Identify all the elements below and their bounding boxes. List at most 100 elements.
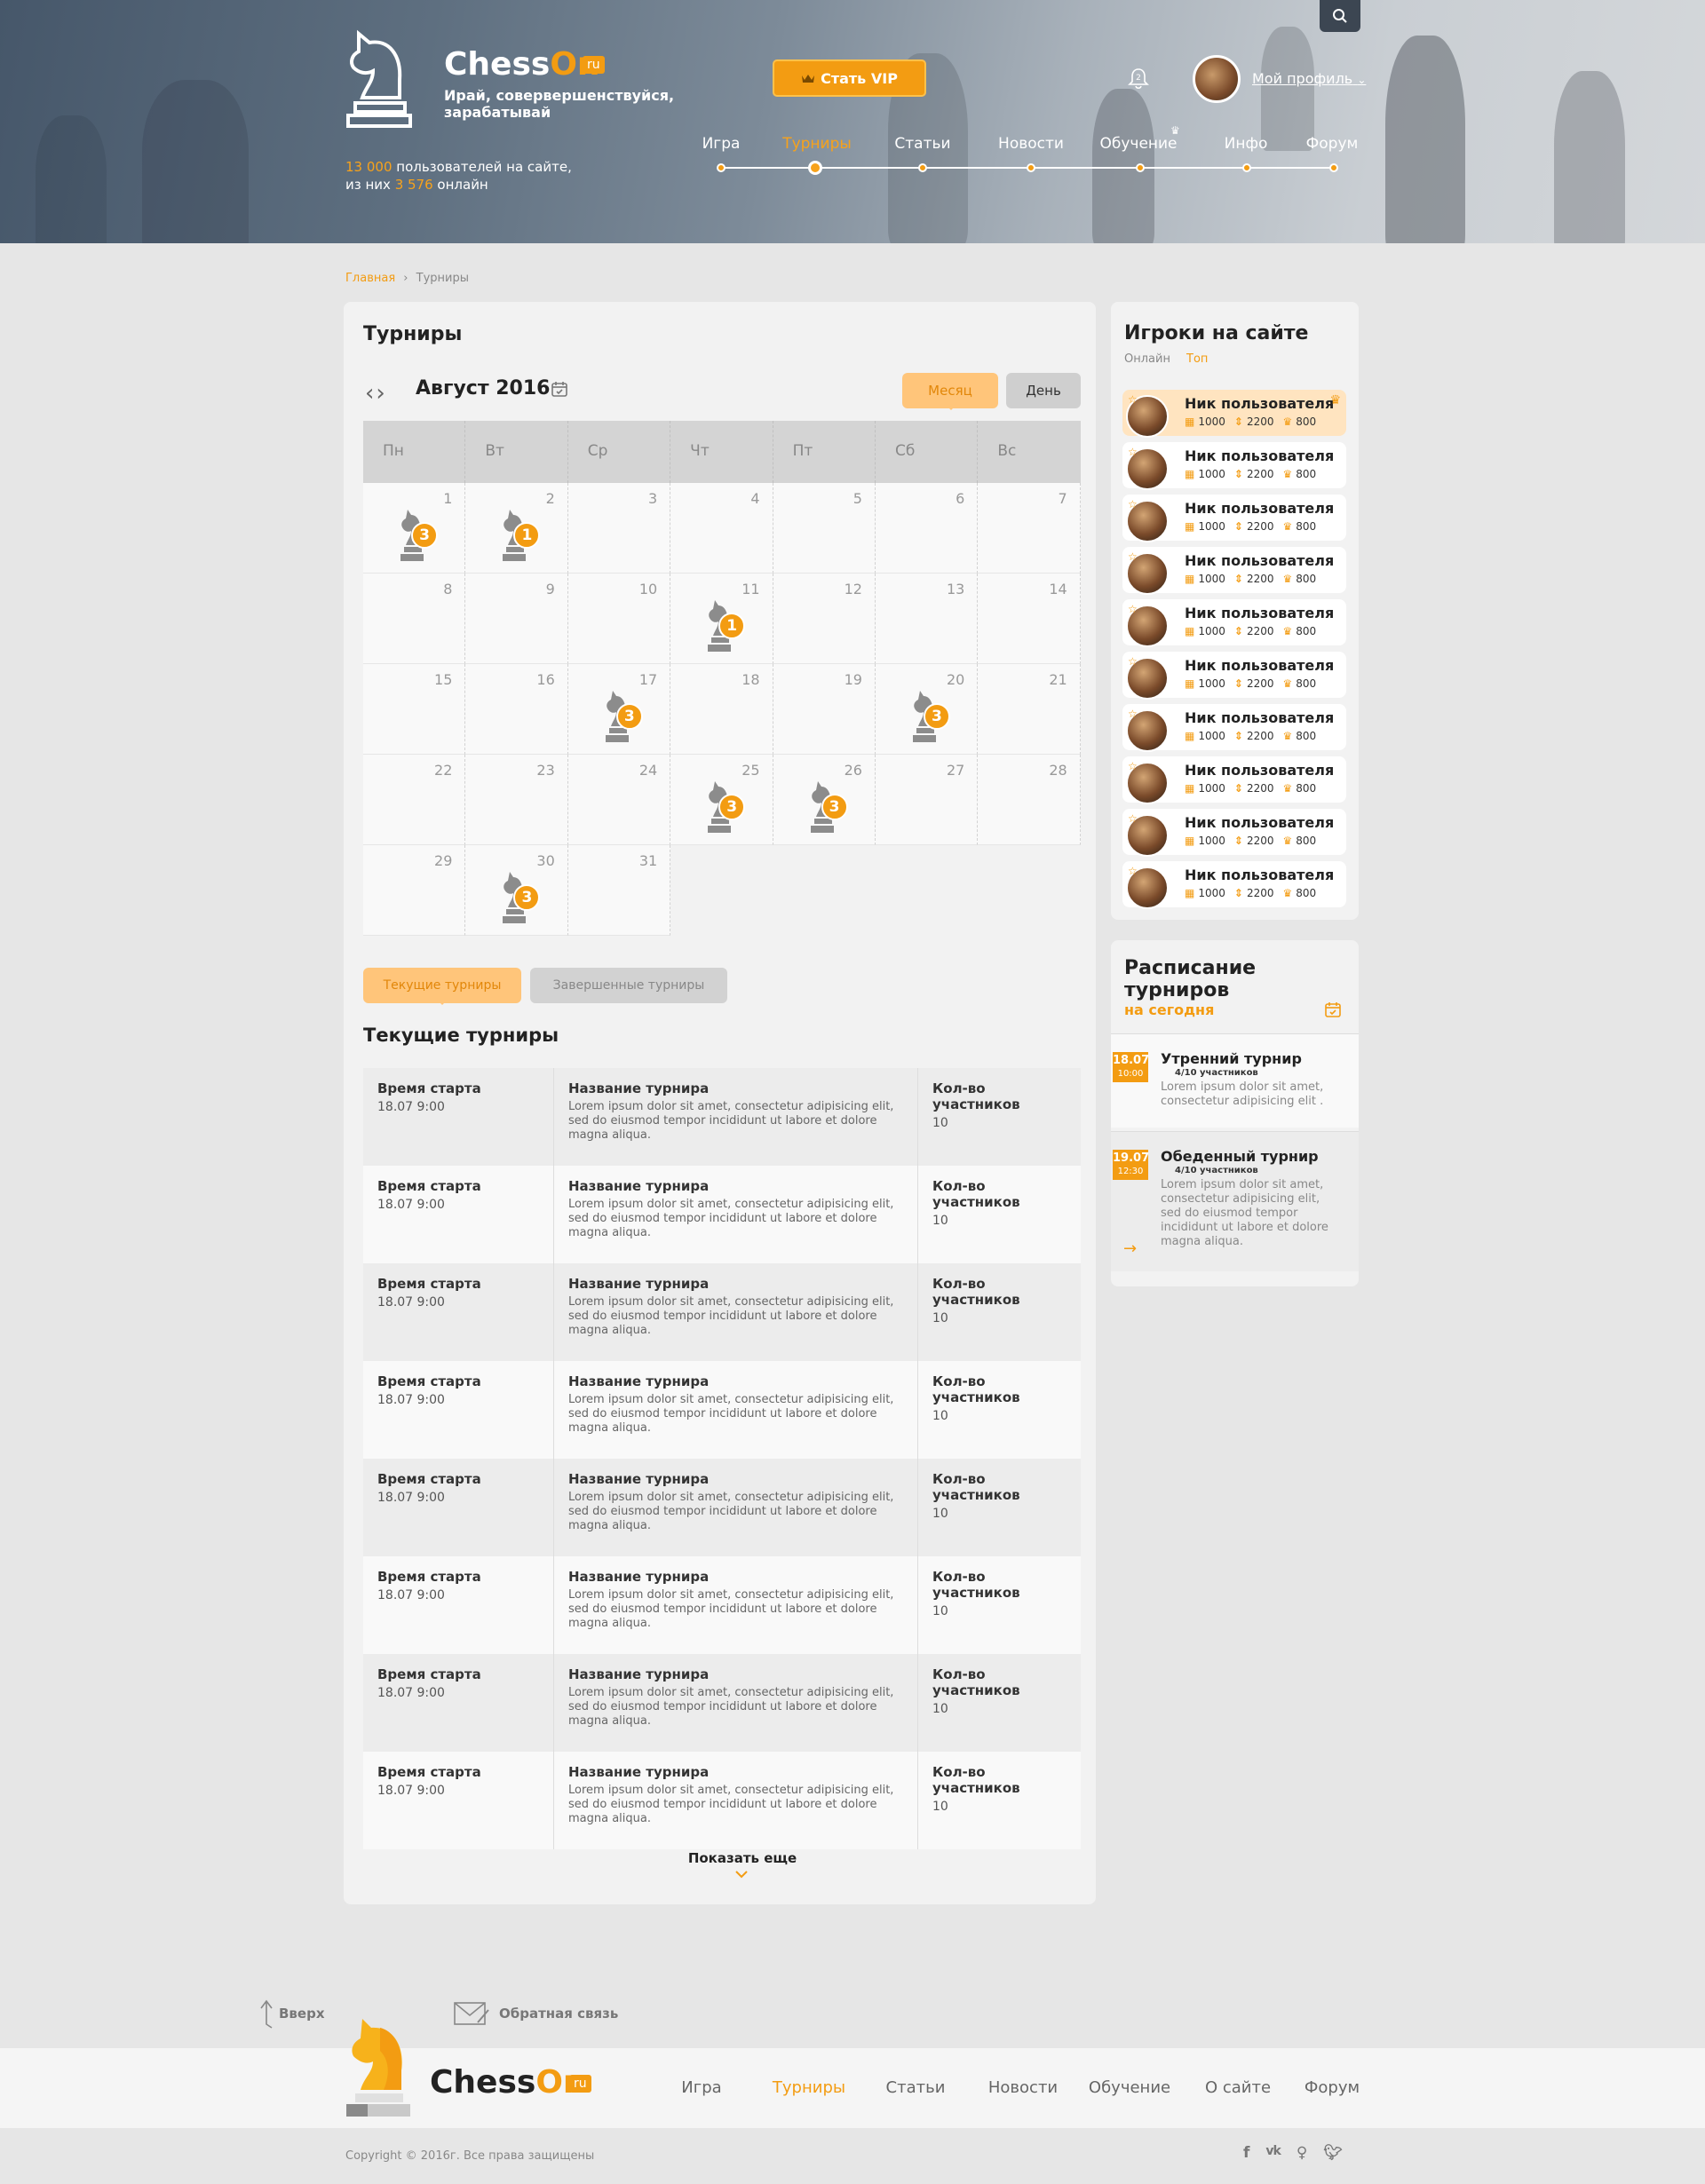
table-row[interactable]: Время старта 18.07 9:00 Название турнира Lo… (363, 1166, 1081, 1263)
table-row[interactable]: Время старта 18.07 9:00 Название турнира Lo… (363, 1459, 1081, 1556)
player-item[interactable]: ☆ Ник пользователя ▦ 1000 ⇕ 2200 ♛ 800 (1122, 547, 1346, 595)
schedule-event[interactable]: 19.07 12:30 Обеденный турнир 4/10 участни… (1111, 1131, 1359, 1271)
tournament-count-badge[interactable]: 3 (821, 794, 848, 820)
calendar-day[interactable]: 28 (978, 755, 1081, 845)
calendar-day[interactable]: 17 3 (567, 664, 671, 755)
footer-nav-articles[interactable]: Статьи (886, 2078, 946, 2097)
tab-current-tournaments[interactable]: Текущие турниры (363, 968, 521, 1005)
calendar-day[interactable]: 8 (363, 574, 466, 664)
calendar-day[interactable]: 20 3 (875, 664, 979, 755)
calendar-day[interactable]: 19 (773, 664, 876, 755)
calendar-day[interactable]: 22 (363, 755, 466, 845)
tab-finished-tournaments[interactable]: Завершенные турниры (530, 968, 727, 1003)
table-row[interactable]: Время старта 18.07 9:00 Название турнира Lo… (363, 1068, 1081, 1166)
calendar-day[interactable]: 13 (363, 483, 466, 574)
odnoklassniki-icon[interactable]: ♀ (1297, 2144, 1307, 2162)
nav-item-game[interactable]: Игра (702, 135, 741, 153)
calendar-day[interactable]: 18 (670, 664, 773, 755)
vk-icon[interactable]: vk (1265, 2144, 1281, 2162)
brand-name[interactable]: ChessOn (444, 46, 600, 83)
calendar-day[interactable]: 5 (773, 483, 876, 574)
nav-item-learning[interactable]: Обучение (1099, 135, 1177, 153)
profile-avatar[interactable] (1193, 55, 1241, 103)
player-item[interactable]: ☆ Ник пользователя ▦ 1000 ⇕ 2200 ♛ 800 (1122, 756, 1346, 804)
calendar-day[interactable]: 7 (978, 483, 1081, 574)
calendar-icon[interactable] (551, 380, 568, 398)
breadcrumb-home[interactable]: Главная (345, 272, 395, 285)
footer-nav-forum[interactable]: Форум (1305, 2078, 1360, 2097)
calendar-icon[interactable] (1324, 1001, 1342, 1018)
chevron-down-icon[interactable] (734, 1870, 749, 1880)
tournament-count-badge[interactable]: 1 (718, 613, 746, 639)
tournament-count-badge[interactable]: 3 (615, 703, 643, 730)
calendar-day[interactable]: 6 (875, 483, 979, 574)
chevron-left-icon[interactable]: ‹ (365, 380, 376, 407)
search-button[interactable] (1320, 0, 1360, 32)
calendar-day[interactable]: 14 (978, 574, 1081, 664)
player-item[interactable]: ☆ Ник пользователя ▦ 1000 ⇕ 2200 ♛ 800 (1122, 809, 1346, 857)
tournament-count-badge[interactable]: 3 (718, 794, 746, 820)
player-item[interactable]: ☆ Ник пользователя ▦ 1000 ⇕ 2200 ♛ 800 (1122, 704, 1346, 752)
calendar-day[interactable]: 4 (670, 483, 773, 574)
calendar-day[interactable]: 27 (875, 755, 979, 845)
footer-nav-news[interactable]: Новости (988, 2078, 1058, 2097)
schedule-event[interactable]: 18.07 10:00 Утренний турнир 4/10 участник… (1111, 1033, 1359, 1128)
chevron-right-icon[interactable]: › (376, 380, 386, 407)
table-row[interactable]: Время старта 18.07 9:00 Название турнира Lo… (363, 1654, 1081, 1752)
view-day-button[interactable]: День (1006, 373, 1081, 408)
tab-top[interactable]: Топ (1186, 352, 1208, 366)
twitter-icon[interactable]: 🐦︎ (1323, 2144, 1343, 2162)
calendar-day[interactable]: 12 (773, 574, 876, 664)
scroll-up-link[interactable]: Вверх (258, 1998, 325, 2030)
player-item[interactable]: ☆ Ник пользователя ▦ 1000 ⇕ 2200 ♛ 800 (1122, 861, 1346, 909)
calendar-day[interactable]: 10 (567, 574, 671, 664)
calendar-day[interactable]: 26 3 (773, 755, 876, 845)
bell-icon[interactable]: 2 (1126, 66, 1151, 91)
become-vip-button[interactable]: Стать VIP (773, 59, 926, 97)
view-month-button[interactable]: Месяц (902, 373, 998, 410)
tournament-count-badge[interactable]: 3 (513, 884, 541, 911)
footer-nav-about[interactable]: О сайте (1205, 2078, 1271, 2097)
footer-nav-game[interactable]: Игра (681, 2078, 721, 2097)
tournament-count-badge[interactable]: 3 (923, 703, 950, 730)
calendar-day[interactable]: 9 (465, 574, 568, 664)
calendar-day[interactable]: 30 3 (465, 845, 568, 936)
table-row[interactable]: Время старта 18.07 9:00 Название турнира Lo… (363, 1263, 1081, 1361)
calendar-day[interactable]: 31 (567, 845, 671, 936)
calendar-day[interactable]: 16 (465, 664, 568, 755)
feedback-link[interactable]: Обратная связь (453, 1999, 618, 2028)
player-item[interactable]: ☆ Ник пользователя ▦ 1000 ⇕ 2200 ♛ 800 (1122, 652, 1346, 700)
nav-item-articles[interactable]: Статьи (894, 135, 950, 153)
player-item[interactable]: ☆ Ник пользователя ▦ 1000 ⇕ 2200 ♛ 800 (1122, 599, 1346, 647)
tournament-count-badge[interactable]: 1 (513, 522, 541, 549)
calendar-day[interactable]: 23 (465, 755, 568, 845)
my-profile-link[interactable]: Мой профиль ⌄ (1252, 70, 1366, 87)
calendar-day[interactable]: 13 (875, 574, 979, 664)
player-item[interactable]: ☆ Ник пользователя ▦ 1000 ⇕ 2200 ♛ 800 ♛ (1122, 390, 1346, 438)
player-item[interactable]: ☆ Ник пользователя ▦ 1000 ⇕ 2200 ♛ 800 (1122, 442, 1346, 490)
calendar-day[interactable]: 25 3 (670, 755, 773, 845)
table-row[interactable]: Время старта 18.07 9:00 Название турнира Lo… (363, 1361, 1081, 1459)
tournament-count-badge[interactable]: 3 (411, 522, 438, 549)
knight-logo-icon[interactable] (343, 28, 412, 135)
calendar-day[interactable]: 21 (978, 664, 1081, 755)
calendar-day[interactable]: 3 (567, 483, 671, 574)
arrow-right-icon[interactable]: → (1123, 1239, 1137, 1258)
calendar-day[interactable]: 11 1 (670, 574, 773, 664)
facebook-icon[interactable]: f (1243, 2144, 1249, 2162)
footer-nav-tournaments[interactable]: Турниры (773, 2078, 845, 2097)
nav-item-forum[interactable]: Форум (1306, 135, 1359, 153)
calendar-day[interactable]: 21 (465, 483, 568, 574)
tab-online[interactable]: Онлайн (1124, 352, 1170, 366)
nav-item-info[interactable]: Инфо (1225, 135, 1268, 153)
knight-logo-icon[interactable] (345, 2015, 412, 2118)
table-row[interactable]: Время старта 18.07 9:00 Название турнира Lo… (363, 1556, 1081, 1654)
footer-brand-name[interactable]: ChessOn (430, 2064, 586, 2101)
nav-item-news[interactable]: Новости (998, 135, 1064, 153)
month-nav[interactable]: ‹› (365, 380, 387, 407)
calendar-day[interactable]: 24 (567, 755, 671, 845)
table-row[interactable]: Время старта 18.07 9:00 Название турнира Lo… (363, 1752, 1081, 1849)
calendar-day[interactable]: 15 (363, 664, 466, 755)
footer-nav-learning[interactable]: Обучение (1089, 2078, 1170, 2097)
show-more-button[interactable]: Показать еще (622, 1850, 863, 1866)
